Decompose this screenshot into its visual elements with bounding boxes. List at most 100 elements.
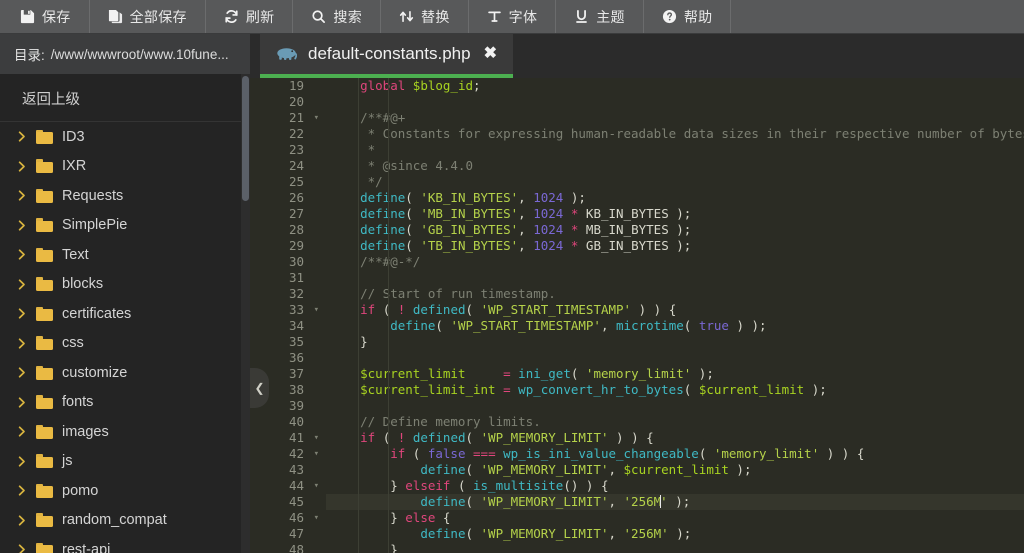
chevron-right-icon[interactable] — [17, 278, 27, 290]
tree-item-label: Text — [62, 247, 89, 263]
code-line[interactable]: define( 'TB_IN_BYTES', 1024 * GB_IN_BYTE… — [326, 238, 1024, 254]
tree-item[interactable]: rest-api — [0, 535, 250, 553]
toolbar-button-theme[interactable]: 主题 — [556, 0, 644, 33]
tree-item[interactable]: css — [0, 329, 250, 359]
gutter-line: 46▾ — [250, 510, 326, 526]
toolbar-button-replace[interactable]: 替换 — [381, 0, 469, 33]
folder-icon — [36, 307, 53, 321]
sidebar-scrollbar-thumb[interactable] — [242, 76, 249, 201]
tree-item-label: IXR — [62, 158, 86, 174]
code-line[interactable]: */ — [326, 174, 1024, 190]
tree-item[interactable]: Text — [0, 240, 250, 270]
toolbar-button-help[interactable]: 帮助 — [644, 0, 732, 33]
chevron-right-icon[interactable] — [17, 131, 27, 143]
code-line[interactable]: * Constants for expressing human-readabl… — [326, 126, 1024, 142]
code-line[interactable] — [326, 398, 1024, 414]
code-line[interactable]: define( 'WP_START_TIMESTAMP', microtime(… — [326, 318, 1024, 334]
code-line[interactable]: define( 'WP_MEMORY_LIMIT', $current_limi… — [326, 462, 1024, 478]
chevron-right-icon[interactable] — [17, 514, 27, 526]
line-number: 32 — [289, 286, 304, 302]
code-line[interactable]: define( 'KB_IN_BYTES', 1024 ); — [326, 190, 1024, 206]
code-line[interactable]: } — [326, 542, 1024, 553]
chevron-right-icon[interactable] — [17, 249, 27, 261]
tree-item[interactable]: SimplePie — [0, 211, 250, 241]
chevron-right-icon[interactable] — [17, 190, 27, 202]
code-line[interactable]: /**#@-*/ — [326, 254, 1024, 270]
gutter-line: 48 — [250, 542, 326, 553]
line-number: 35 — [289, 334, 304, 350]
chevron-right-icon[interactable] — [17, 455, 27, 467]
toolbar-button-search[interactable]: 搜索 — [293, 0, 381, 33]
toolbar-button-label: 帮助 — [684, 7, 713, 27]
chevron-right-icon[interactable] — [17, 544, 27, 553]
gutter-line: 34 — [250, 318, 326, 334]
sidebar-collapse-button[interactable]: ❮ — [250, 368, 269, 408]
chevron-right-icon[interactable] — [17, 308, 27, 320]
fold-toggle-icon[interactable]: ▾ — [314, 510, 319, 526]
code-line[interactable]: $current_limit = ini_get( 'memory_limit'… — [326, 366, 1024, 382]
close-icon[interactable]: ✖ — [482, 46, 497, 62]
code-line[interactable]: * @since 4.4.0 — [326, 158, 1024, 174]
toolbar-button-save[interactable]: 保存 — [0, 0, 90, 33]
sidebar-scrollbar[interactable] — [241, 74, 250, 553]
fold-toggle-icon[interactable]: ▾ — [314, 302, 319, 318]
chevron-right-icon[interactable] — [17, 219, 27, 231]
chevron-right-icon[interactable] — [17, 485, 27, 497]
tree-item[interactable]: IXR — [0, 152, 250, 182]
tree-item[interactable]: fonts — [0, 388, 250, 418]
chevron-right-icon[interactable] — [17, 160, 27, 172]
code-line[interactable]: // Define memory limits. — [326, 414, 1024, 430]
code-line[interactable] — [326, 94, 1024, 110]
code-line[interactable]: define( 'WP_MEMORY_LIMIT', '256M' ); — [326, 494, 1024, 510]
directory-path-bar[interactable]: 目录: /www/wwwroot/www.10fune... — [0, 34, 250, 74]
chevron-right-icon[interactable] — [17, 396, 27, 408]
code-line[interactable]: if ( false === wp_is_ini_value_changeabl… — [326, 446, 1024, 462]
tree-item[interactable]: customize — [0, 358, 250, 388]
chevron-right-icon[interactable] — [17, 426, 27, 438]
tree-item[interactable]: blocks — [0, 270, 250, 300]
folder-icon — [36, 248, 53, 262]
code-line[interactable]: $current_limit_int = wp_convert_hr_to_by… — [326, 382, 1024, 398]
toolbar-button-refresh[interactable]: 刷新 — [206, 0, 294, 33]
fold-toggle-icon[interactable]: ▾ — [314, 446, 319, 462]
tree-item[interactable]: certificates — [0, 299, 250, 329]
code-line[interactable]: if ( ! defined( 'WP_START_TIMESTAMP' ) )… — [326, 302, 1024, 318]
tree-item[interactable]: random_compat — [0, 506, 250, 536]
code-line[interactable]: } — [326, 334, 1024, 350]
code-line[interactable]: /**#@+ — [326, 110, 1024, 126]
code-line[interactable]: global $blog_id; — [326, 78, 1024, 94]
fold-toggle-icon[interactable]: ▾ — [314, 478, 319, 494]
toolbar-button-save-all[interactable]: 全部保存 — [90, 0, 206, 33]
code-line[interactable] — [326, 350, 1024, 366]
tree-item[interactable]: js — [0, 447, 250, 477]
code-line[interactable]: define( 'WP_MEMORY_LIMIT', '256M' ); — [326, 526, 1024, 542]
tree-item[interactable]: ID3 — [0, 122, 250, 152]
go-up-link[interactable]: 返回上级 — [0, 74, 250, 122]
code-content[interactable]: global $blog_id; /**#@+ * Constants for … — [326, 78, 1024, 553]
code-editor[interactable]: 192021▾222324252627282930313233▾34353637… — [250, 78, 1024, 553]
fold-toggle-icon[interactable]: ▾ — [314, 430, 319, 446]
tab-default-constants-php[interactable]: default-constants.php ✖ — [260, 34, 513, 78]
code-line[interactable] — [326, 270, 1024, 286]
code-line[interactable]: * — [326, 142, 1024, 158]
toolbar-button-label: 主题 — [596, 7, 625, 27]
code-line[interactable]: define( 'MB_IN_BYTES', 1024 * KB_IN_BYTE… — [326, 206, 1024, 222]
chevron-right-icon[interactable] — [17, 367, 27, 379]
code-line[interactable]: } elseif ( is_multisite() ) { — [326, 478, 1024, 494]
code-line[interactable]: } else { — [326, 510, 1024, 526]
save-all-icon — [108, 9, 123, 24]
tree-item[interactable]: Requests — [0, 181, 250, 211]
toolbar-button-font[interactable]: 字体 — [469, 0, 557, 33]
chevron-right-icon[interactable] — [17, 337, 27, 349]
code-line[interactable]: // Start of run timestamp. — [326, 286, 1024, 302]
tree-item[interactable]: images — [0, 417, 250, 447]
php-elephant-icon — [276, 47, 297, 61]
toolbar-button-label: 搜索 — [333, 7, 362, 27]
line-number: 44 — [289, 478, 304, 494]
editor-tabbar: default-constants.php ✖ — [250, 34, 1024, 78]
tree-item-label: ID3 — [62, 129, 85, 145]
code-line[interactable]: if ( ! defined( 'WP_MEMORY_LIMIT' ) ) { — [326, 430, 1024, 446]
code-line[interactable]: define( 'GB_IN_BYTES', 1024 * MB_IN_BYTE… — [326, 222, 1024, 238]
tree-item[interactable]: pomo — [0, 476, 250, 506]
fold-toggle-icon[interactable]: ▾ — [314, 110, 319, 126]
